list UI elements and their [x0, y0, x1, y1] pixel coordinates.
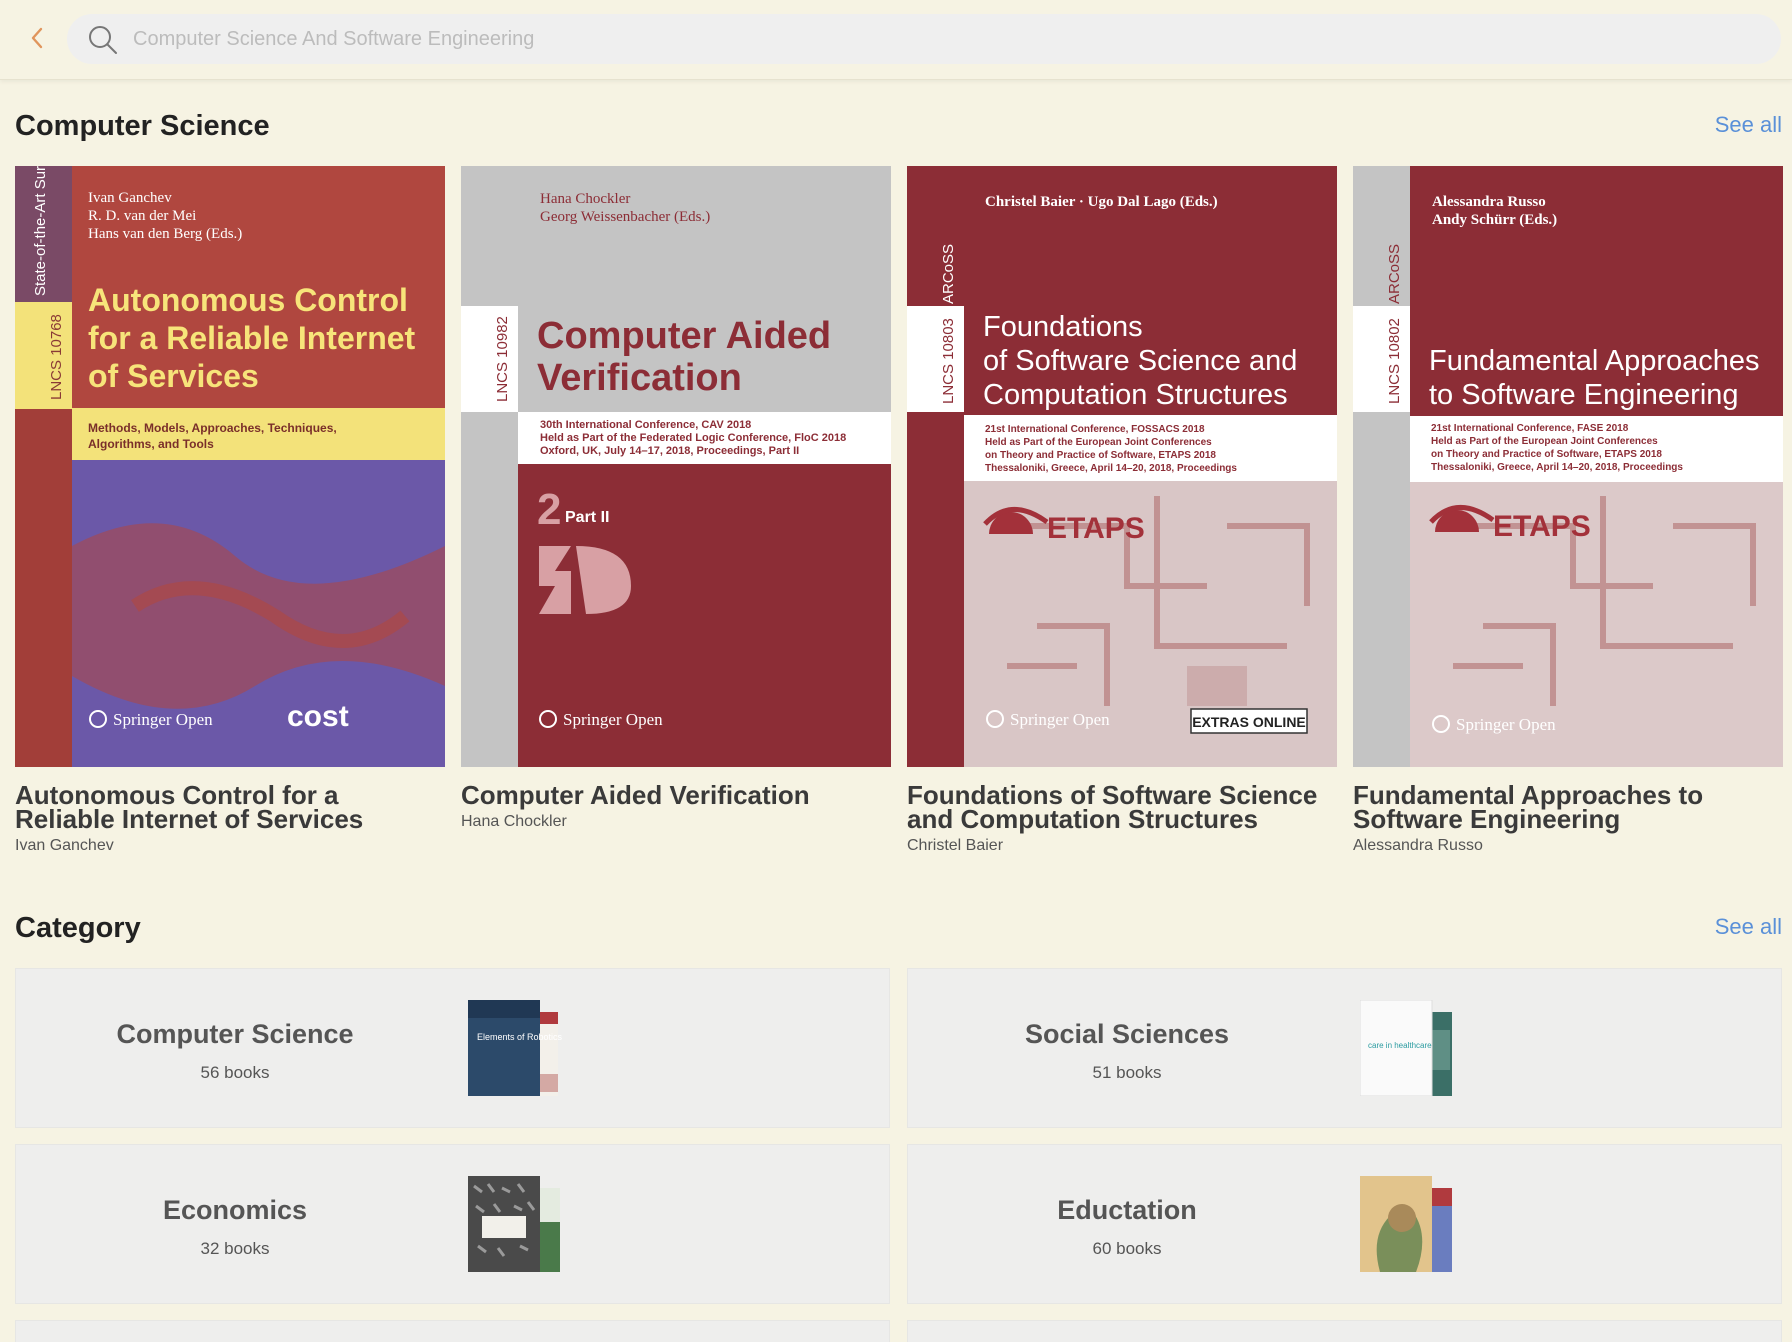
cover-title-line-2: Verification [537, 357, 742, 399]
category-count: 56 books [200, 1063, 270, 1082]
book-title: Autonomous Control for a Reliable Intern… [15, 780, 364, 834]
cover-editor-1: Alessandra Russo [1432, 194, 1546, 210]
cover-publisher: Springer Open [1010, 710, 1110, 729]
cover-series: LNCS 10802 [1386, 318, 1403, 404]
book-author: Alessandra Russo [1353, 837, 1483, 854]
svg-text:Elements of Robotics: Elements of Robotics [477, 1032, 563, 1042]
cover-editor-2: Andy Schürr (Eds.) [1432, 212, 1557, 228]
category-card-social-sciences[interactable]: Social Sciences 51 books care in healthc… [907, 968, 1782, 1128]
category-name: Economics [162, 1195, 308, 1225]
cover-subtitle-line-1: 21st International Conference, FASE 2018 [1431, 423, 1629, 434]
book-card[interactable]: Hana Chockler Georg Weissenbacher (Eds.)… [461, 166, 891, 831]
svg-text:2: 2 [537, 485, 561, 534]
category-card-education[interactable]: Eductation 60 books [907, 1144, 1782, 1304]
book-cover: Christel Baier · Ugo Dal Lago (Eds.) ARC… [907, 166, 1337, 767]
cover-editor-1: Hana Chockler [540, 191, 630, 207]
search-icon [89, 26, 117, 54]
extras-online-badge: EXTRAS ONLINE [1190, 708, 1308, 734]
cover-series: LNCS 10982 [494, 316, 511, 402]
category-card-economics[interactable]: Economics 32 books [15, 1144, 890, 1304]
cover-subtitle-line-1: 30th International Conference, CAV 2018 [540, 419, 751, 431]
cover-subtitle-line-2: Held as Part of the European Joint Confe… [1431, 436, 1658, 447]
cover-subtitle-line-3: Oxford, UK, July 14–17, 2018, Proceeding… [540, 445, 799, 457]
cost-logo: cost [287, 700, 349, 733]
search-input[interactable] [133, 24, 1733, 54]
cover-subtitle-line-4: Thessaloniki, Greece, April 14–20, 2018,… [985, 463, 1237, 474]
cover-subtitle-line-1: 21st International Conference, FOSSACS 2… [985, 424, 1205, 435]
cover-subtitle-line-2: Held as Part of the Federated Logic Conf… [540, 432, 846, 444]
category-name: Social Sciences [1024, 1019, 1230, 1049]
book-card[interactable]: Christel Baier · Ugo Dal Lago (Eds.) ARC… [907, 166, 1337, 855]
cover-subtitle-line-4: Thessaloniki, Greece, April 14–20, 2018,… [1431, 462, 1683, 473]
section-title-computer-science: Computer Science [15, 110, 270, 142]
search-bar [67, 14, 1781, 64]
cover-editor-1: Ivan Ganchev [88, 190, 172, 206]
cover-side-text: State-of-the-Art Survey [32, 166, 49, 296]
book-title: Computer Aided Verification [461, 780, 810, 810]
category-name: Eductation [1057, 1195, 1197, 1225]
svg-text:ETAPS: ETAPS [1493, 510, 1591, 543]
cover-title-line-1: Computer Aided [537, 315, 831, 357]
see-all-computer-science-link[interactable]: See all [1715, 112, 1782, 138]
book-card[interactable]: Ivan Ganchev R. D. van der Mei Hans van … [15, 166, 445, 855]
category-count: 51 books [1092, 1063, 1162, 1082]
book-card[interactable]: Alessandra Russo Andy Schürr (Eds.) ARCo… [1353, 166, 1783, 855]
category-thumbnail [468, 1176, 560, 1272]
cover-publisher: Springer Open [1456, 715, 1556, 734]
book-cover: Hana Chockler Georg Weissenbacher (Eds.)… [461, 166, 891, 767]
category-card-computer-science[interactable]: Computer Science 56 books Elements of Ro… [15, 968, 890, 1128]
category-thumbnail [1360, 1176, 1452, 1272]
cover-side-text: ARCoSS [1386, 244, 1403, 304]
category-thumbnail: Elements of Robotics [468, 1000, 563, 1096]
cover-subtitle-line-1: Methods, Models, Approaches, Techniques, [88, 421, 337, 435]
book-title: Foundations of Software Science and Comp… [907, 780, 1318, 834]
category-name: Computer Science [116, 1019, 354, 1049]
cover-editor-1: Christel Baier · Ugo Dal Lago (Eds.) [985, 194, 1218, 210]
cover-editor-2: R. D. van der Mei [88, 208, 196, 224]
section-title-category: Category [15, 912, 141, 944]
svg-text:ETAPS: ETAPS [1047, 512, 1145, 545]
cover-title-line-2: of Software Science and [983, 345, 1297, 377]
category-card-partial[interactable] [907, 1320, 1782, 1342]
category-count: 60 books [1092, 1239, 1162, 1258]
cover-subtitle-line-2: Algorithms, and Tools [88, 437, 214, 451]
cover-series: LNCS 10803 [940, 318, 957, 404]
cover-publisher: Springer Open [113, 710, 213, 729]
see-all-category-link[interactable]: See all [1715, 914, 1782, 940]
book-title: Fundamental Approaches to Software Engin… [1353, 780, 1704, 834]
svg-text:cost: cost [287, 700, 349, 733]
back-button[interactable] [22, 22, 52, 54]
cover-title-line-2: to Software Engineering [1429, 379, 1739, 411]
cover-publisher: Springer Open [563, 710, 663, 729]
cover-title-line-3: Computation Structures [983, 379, 1288, 411]
book-cover: Alessandra Russo Andy Schürr (Eds.) ARCo… [1353, 166, 1783, 767]
cover-title-line-2: for a Reliable Internet [88, 320, 416, 356]
category-card-partial[interactable] [15, 1320, 890, 1342]
svg-text:care in healthcare: care in healthcare [1368, 1041, 1432, 1050]
cover-part: Part II [565, 509, 609, 526]
category-thumbnail: care in healthcare [1360, 1000, 1452, 1096]
category-count: 32 books [200, 1239, 270, 1258]
book-cover: Ivan Ganchev R. D. van der Mei Hans van … [15, 166, 445, 767]
cover-title-line-1: Fundamental Approaches [1429, 345, 1760, 377]
cover-series: LNCS 10768 [48, 314, 65, 400]
svg-text:EXTRAS ONLINE: EXTRAS ONLINE [1192, 714, 1306, 730]
book-author: Hana Chockler [461, 813, 567, 830]
cover-editor-2: Georg Weissenbacher (Eds.) [540, 209, 710, 225]
chevron-left-icon [31, 27, 43, 49]
book-author: Christel Baier [907, 837, 1004, 854]
cover-subtitle-line-2: Held as Part of the European Joint Confe… [985, 437, 1212, 448]
cover-title-line-3: of Services [88, 358, 259, 394]
cover-title-line-1: Autonomous Control [88, 282, 408, 318]
cover-subtitle-line-3: on Theory and Practice of Software, ETAP… [985, 450, 1216, 461]
top-bar [0, 0, 1792, 80]
book-author: Ivan Ganchev [15, 837, 114, 854]
cover-editor-3: Hans van den Berg (Eds.) [88, 226, 242, 242]
cover-side-text: ARCoSS [940, 244, 957, 304]
cover-title-line-1: Foundations [983, 311, 1143, 343]
cover-subtitle-line-3: on Theory and Practice of Software, ETAP… [1431, 449, 1662, 460]
